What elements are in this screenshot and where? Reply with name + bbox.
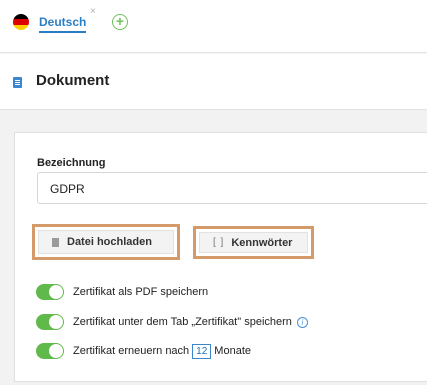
upload-file-label: Datei hochladen xyxy=(67,236,152,248)
language-bar: Deutsch × + xyxy=(0,0,427,53)
pdf-toggle[interactable] xyxy=(36,284,64,300)
brackets-icon: [ ] xyxy=(213,237,225,248)
document-form-card: Bezeichnung GDPR Datei hochladen [ ] Ken… xyxy=(14,132,427,382)
passwords-label: Kennwörter xyxy=(231,236,293,249)
toggle-row-tab: Zertifikat unter dem Tab „Zertifikat" sp… xyxy=(36,313,308,331)
german-flag-icon xyxy=(13,14,29,30)
renew-label-before: Zertifikat erneuern nach xyxy=(73,345,190,357)
passwords-highlight-frame: [ ] Kennwörter xyxy=(193,226,314,259)
passwords-button[interactable]: [ ] Kennwörter xyxy=(199,232,308,253)
upload-highlight-frame: Datei hochladen xyxy=(32,224,180,260)
certificate-tab-toggle[interactable] xyxy=(36,314,64,330)
close-icon[interactable]: × xyxy=(90,6,96,17)
document-icon xyxy=(13,77,22,88)
page-title: Dokument xyxy=(36,72,110,89)
language-tab-deutsch[interactable]: Deutsch xyxy=(39,15,87,33)
name-label: Bezeichnung xyxy=(37,157,106,169)
pdf-toggle-label: Zertifikat als PDF speichern xyxy=(73,286,209,298)
page-header: Dokument xyxy=(0,54,427,110)
add-language-button[interactable]: + xyxy=(112,14,128,30)
renew-months-input[interactable]: 12 xyxy=(192,343,212,359)
name-input[interactable]: GDPR xyxy=(37,172,427,204)
renew-toggle[interactable] xyxy=(36,343,64,359)
toggle-row-pdf: Zertifikat als PDF speichern xyxy=(36,283,208,301)
certificate-tab-toggle-label: Zertifikat unter dem Tab „Zertifikat" sp… xyxy=(73,316,292,328)
toggle-row-renew: Zertifikat erneuern nach 12 Monate xyxy=(36,342,251,360)
file-icon xyxy=(52,237,59,247)
upload-file-button[interactable]: Datei hochladen xyxy=(38,230,174,254)
renew-label-after: Monate xyxy=(214,345,251,357)
info-icon[interactable]: i xyxy=(296,316,308,328)
